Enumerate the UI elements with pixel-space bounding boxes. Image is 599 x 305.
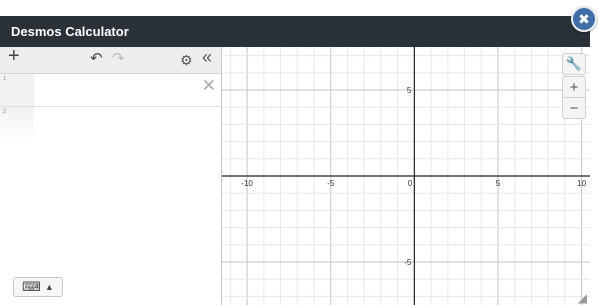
y-tick-label: -5 <box>404 258 412 267</box>
delete-expression-icon[interactable]: ✕ <box>202 76 216 96</box>
expression-row[interactable]: 1 ✕ <box>0 74 221 107</box>
graph-svg[interactable]: -10 -5 0 5 10 5 -5 <box>222 47 590 305</box>
x-tick-label: -5 <box>327 179 335 188</box>
keyboard-icon: ⌨ <box>22 279 41 294</box>
close-icon[interactable]: ✖ <box>571 6 597 32</box>
expression-index: 2 <box>0 107 34 141</box>
zoom-in-button[interactable]: + <box>562 76 586 98</box>
add-expression-button[interactable]: + <box>8 46 20 66</box>
x-tick-label: 10 <box>577 179 586 188</box>
expression-index: 1 <box>0 74 34 106</box>
expression-row[interactable]: 2 <box>0 107 221 141</box>
resize-grip-icon[interactable]: ◢ <box>578 291 587 305</box>
calculator-window: Desmos Calculator ✖ + ↶ ↷ ⚙ « 1 ✕ 2 ⌨ ▲ … <box>0 6 599 305</box>
x-tick-label: 0 <box>408 179 413 188</box>
expression-panel: + ↶ ↷ ⚙ « 1 ✕ 2 ⌨ ▲ <box>0 46 222 305</box>
settings-gear-icon[interactable]: ⚙ <box>180 52 193 68</box>
x-tick-label: -10 <box>241 179 253 188</box>
zoom-out-button[interactable]: − <box>562 97 586 119</box>
x-tick-label: 5 <box>496 179 501 188</box>
keyboard-toggle-button[interactable]: ⌨ ▲ <box>13 277 63 297</box>
window-title: Desmos Calculator <box>11 24 129 39</box>
collapse-panel-icon[interactable]: « <box>202 48 212 66</box>
redo-icon[interactable]: ↷ <box>112 51 125 67</box>
expression-toolbar: + ↶ ↷ ⚙ « <box>0 46 221 74</box>
undo-icon[interactable]: ↶ <box>90 51 103 67</box>
titlebar: Desmos Calculator <box>0 16 590 47</box>
graph-settings-wrench-icon[interactable]: 🔧 <box>562 53 586 75</box>
graph-paper[interactable]: -10 -5 0 5 10 5 -5 🔧 + − <box>222 47 590 305</box>
chevron-up-icon: ▲ <box>44 282 54 292</box>
y-tick-label: 5 <box>407 86 412 95</box>
